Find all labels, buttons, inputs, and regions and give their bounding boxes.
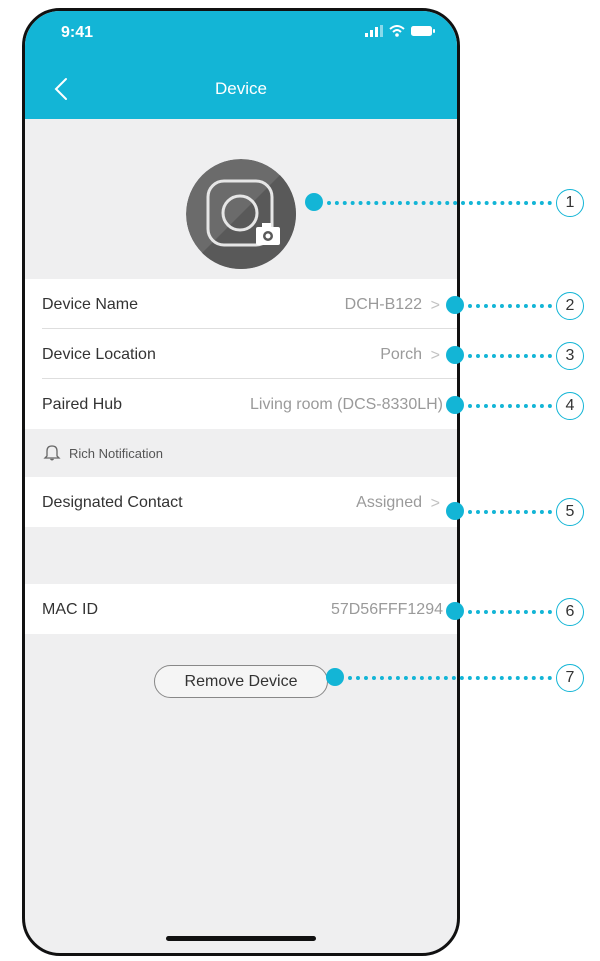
callout-5: 5 [556, 498, 584, 526]
mac-id-value: 57D56FFF1294 [330, 601, 443, 618]
callout-line [468, 404, 552, 408]
device-avatar-area [25, 119, 457, 279]
callout-dot [446, 602, 464, 620]
remove-device-button[interactable]: Remove Device [154, 665, 328, 698]
device-location-label: Device Location [42, 346, 156, 363]
callout-dot [446, 296, 464, 314]
chevron-right-icon: > [430, 347, 440, 364]
paired-hub-label: Paired Hub [42, 396, 123, 413]
device-name-label: Device Name [42, 296, 139, 313]
device-location-value: Porch [380, 346, 422, 363]
wifi-icon [389, 25, 405, 37]
callout-line [348, 676, 552, 680]
status-icons [365, 25, 435, 37]
signal-icon [365, 25, 383, 37]
mac-id-row: MAC ID 57D56FFF1294 [25, 584, 457, 634]
callout-4: 4 [556, 392, 584, 420]
callout-2: 2 [556, 292, 584, 320]
device-name-row[interactable]: Device Name DCH-B122 > [25, 279, 457, 329]
nav-bar: Device [25, 61, 457, 119]
chevron-right-icon: > [430, 495, 440, 512]
callout-6: 6 [556, 598, 584, 626]
paired-hub-row: Paired Hub Living room (DCS-8330LH) [25, 379, 457, 429]
battery-icon [411, 26, 435, 36]
callout-dot [446, 396, 464, 414]
device-name-value: DCH-B122 [344, 296, 422, 313]
designated-contact-label: Designated Contact [42, 494, 183, 511]
designated-contact-value: Assigned [356, 494, 422, 511]
callout-dot [326, 668, 344, 686]
page-title: Device [215, 79, 267, 98]
callout-dot [446, 502, 464, 520]
device-avatar[interactable] [186, 159, 296, 269]
bell-icon [43, 445, 61, 461]
phone-frame: 9:41 Device Device Name DCH-B122 > Devic… [22, 8, 460, 956]
callout-7: 7 [556, 664, 584, 692]
callout-dot [446, 346, 464, 364]
rich-notification-section: Rich Notification [25, 429, 457, 477]
status-time: 9:41 [61, 24, 94, 41]
callout-line [327, 201, 552, 205]
callout-line [468, 610, 552, 614]
callout-line [468, 510, 552, 514]
device-location-row[interactable]: Device Location Porch > [25, 329, 457, 379]
status-bar: 9:41 [25, 11, 457, 61]
rich-notification-label: Rich Notification [69, 446, 163, 461]
callout-line [468, 304, 552, 308]
paired-hub-value: Living room (DCS-8330LH) [250, 396, 443, 413]
callout-dot [305, 193, 323, 211]
mac-id-label: MAC ID [42, 601, 98, 618]
home-indicator [166, 936, 316, 941]
callout-line [468, 354, 552, 358]
designated-contact-row[interactable]: Designated Contact Assigned > [25, 477, 457, 527]
chevron-right-icon: > [430, 297, 440, 314]
callout-1: 1 [556, 189, 584, 217]
camera-icon [186, 159, 296, 269]
callout-3: 3 [556, 342, 584, 370]
